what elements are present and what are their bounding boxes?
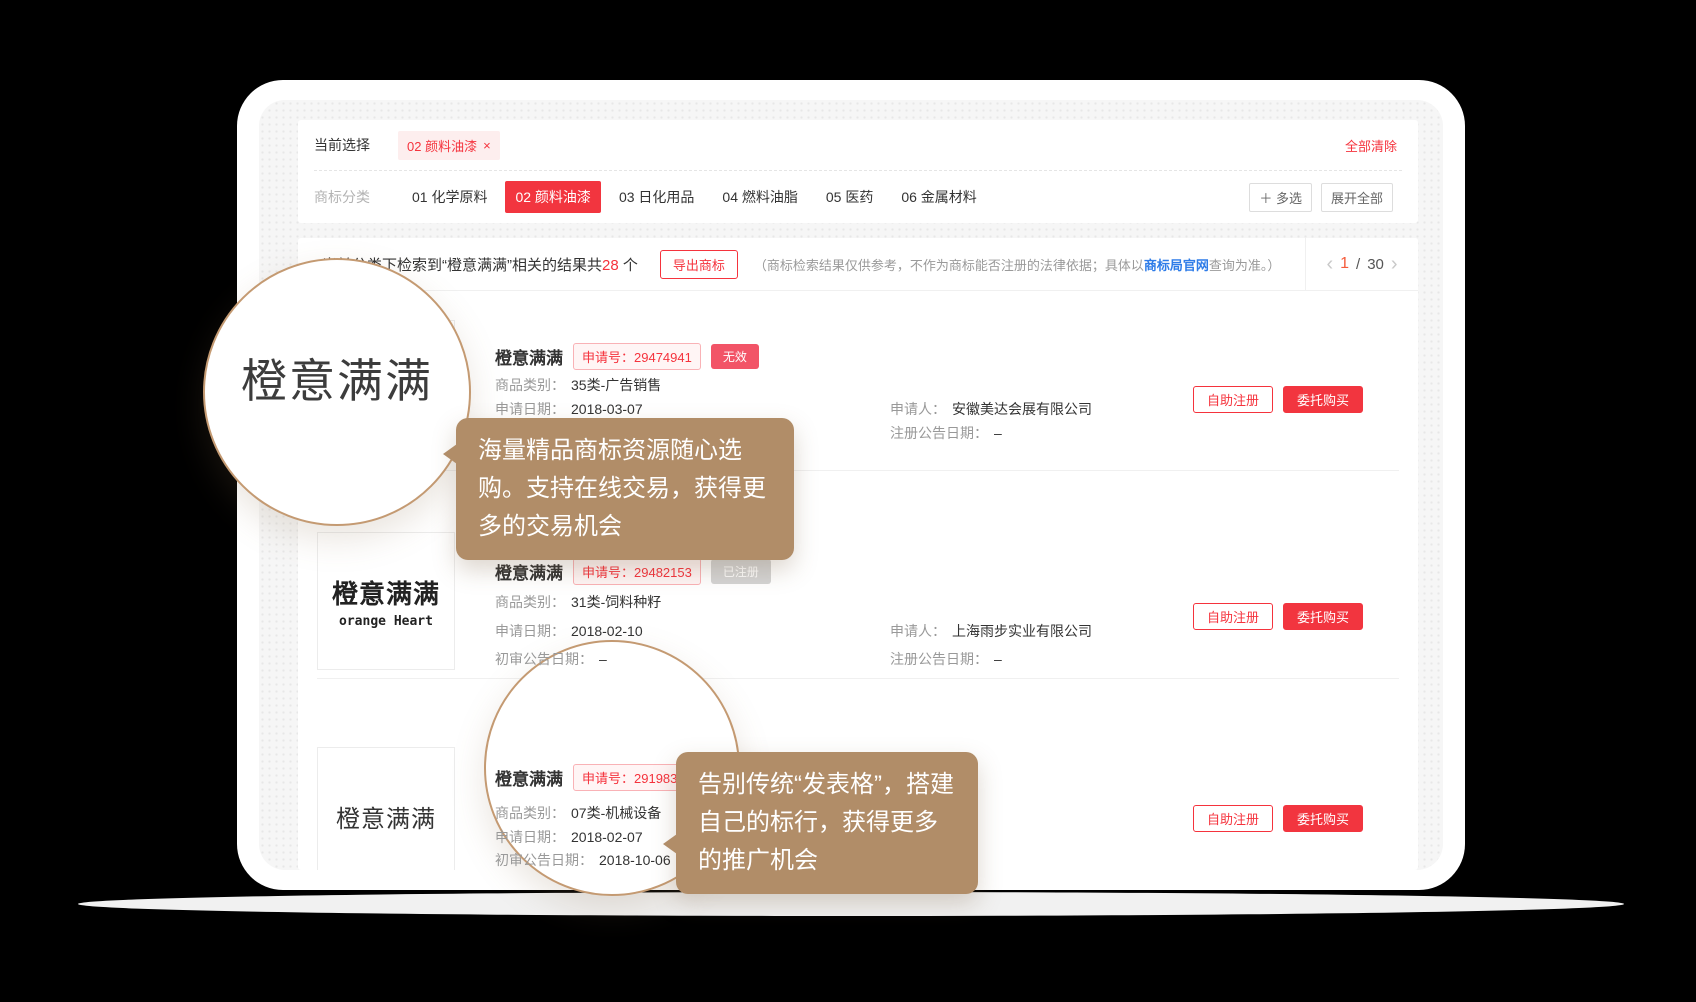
page-separator: / <box>1356 256 1360 273</box>
selected-category-tag[interactable]: 02 颜料油漆 × <box>398 131 500 160</box>
magnifier-circle-1: 橙意满满 <box>203 258 471 526</box>
field-label: 申请日期： <box>495 401 565 417</box>
disclaimer-text: （商标检索结果仅供参考，不作为商标能否注册的法律依据；具体以商标局官网查询为准。… <box>754 255 1281 274</box>
application-number-tag: 申请号：29482153 <box>573 558 701 585</box>
trademark-image: 橙意满满 <box>317 747 455 870</box>
category-item-02-active[interactable]: 02 颜料油漆 <box>505 181 600 213</box>
expand-all-button[interactable]: 展开全部 <box>1321 183 1393 212</box>
application-number-tag: 申请号：29474941 <box>573 343 701 370</box>
disclaimer-prefix: （商标检索结果仅供参考，不作为商标能否注册的法律依据；具体以 <box>754 258 1144 273</box>
entrust-buy-button[interactable]: 委托购买 <box>1283 386 1363 413</box>
row-title: 橙意满满 申请号：29474941 无效 <box>495 343 759 370</box>
category-item-05[interactable]: 05 医药 <box>816 181 883 213</box>
trademark-office-link[interactable]: 商标局官网 <box>1144 258 1209 273</box>
field-label: 注册公告日期： <box>890 651 988 667</box>
category-row: 商标分类 01 化学原料 02 颜料油漆 03 日化用品 04 燃料油脂 05 … <box>298 171 1418 223</box>
field-value: – <box>599 651 607 667</box>
field-value: – <box>994 425 1002 441</box>
detail-line: 初审公告日期： 2018-10-06 <box>495 850 671 870</box>
callout-bubble-promotion: 告别传统“发表格”，搭建自己的标行，获得更多的推广机会 <box>676 752 978 894</box>
current-selection-label: 当前选择 <box>314 135 370 155</box>
trademark-image-text: 橙意满满 <box>336 799 436 834</box>
trademark-image-subtext: orange Heart <box>339 614 433 629</box>
current-selection-row: 当前选择 02 颜料油漆 × 全部清除 <box>298 120 1418 170</box>
field-value: – <box>994 651 1002 667</box>
status-badge: 已注册 <box>711 559 771 584</box>
export-trademark-button[interactable]: 导出商标 <box>660 250 738 279</box>
entrust-buy-button[interactable]: 委托购买 <box>1283 603 1363 630</box>
callout-bubble-marketplace: 海量精品商标资源随心选购。支持在线交易，获得更多的交易机会 <box>456 418 794 560</box>
disclaimer-suffix: 查询为准。） <box>1209 258 1281 273</box>
row-title: 橙意满满 申请号：29482153 已注册 <box>495 558 771 585</box>
tag-close-icon[interactable]: × <box>483 139 491 152</box>
bubble-arrow-left-icon <box>443 444 457 464</box>
field-value: 2018-02-07 <box>571 829 643 845</box>
trademark-name: 橙意满满 <box>495 765 563 790</box>
field-label: 申请日期： <box>495 623 565 639</box>
entrust-buy-button[interactable]: 委托购买 <box>1283 805 1363 832</box>
laptop-base <box>78 892 1624 916</box>
detail-line: 商品类别： 07类-机械设备 <box>495 803 661 823</box>
field-value: 上海雨步实业有限公司 <box>952 623 1092 639</box>
current-page: 1 <box>1340 255 1349 273</box>
field-label: 初审公告日期： <box>495 651 593 667</box>
field-label: 初审公告日期： <box>495 852 593 868</box>
self-register-button[interactable]: 自助注册 <box>1193 603 1273 630</box>
field-value: 安徽美达会展有限公司 <box>952 401 1092 417</box>
detail-line: 商品类别： 35类-广告销售 <box>495 375 661 395</box>
detail-line: 申请日期： 2018-02-07 <box>495 827 643 847</box>
category-label: 商标分类 <box>314 187 370 207</box>
category-item-04[interactable]: 04 燃料油脂 <box>712 181 807 213</box>
category-list: 01 化学原料 02 颜料油漆 03 日化用品 04 燃料油脂 05 医药 06… <box>402 181 987 213</box>
row-divider <box>317 678 1399 679</box>
summary-count: 28 <box>602 257 619 274</box>
callout-text: 海量精品商标资源随心选购。支持在线交易，获得更多的交易机会 <box>478 437 766 540</box>
selected-category-tag-text: 02 颜料油漆 <box>407 136 477 155</box>
field-label: 商品类别： <box>495 805 565 821</box>
field-label: 申请人： <box>890 401 946 417</box>
detail-line: 初审公告日期：– 注册公告日期：– <box>495 649 607 669</box>
field-label: 商品类别： <box>495 594 565 610</box>
field-value: 2018-10-06 <box>599 852 671 868</box>
trademark-image-text: 橙意满满 <box>332 574 440 611</box>
filter-panel: 当前选择 02 颜料油漆 × 全部清除 商标分类 01 化学原料 02 颜料油漆… <box>298 120 1418 223</box>
pagination: ‹ 1 / 30 › <box>1305 238 1418 290</box>
field-value: 07类-机械设备 <box>571 805 661 821</box>
category-item-03[interactable]: 03 日化用品 <box>609 181 704 213</box>
detail-line: 商品类别： 31类-饲料种籽 <box>495 592 661 612</box>
row-title: 橙意满满 申请号：29198321 <box>495 764 701 791</box>
field-value: 35类-广告销售 <box>571 377 661 393</box>
self-register-button[interactable]: 自助注册 <box>1193 805 1273 832</box>
detail-line: 申请日期：2018-02-10 申请人：上海雨步实业有限公司 <box>495 621 643 641</box>
total-pages: 30 <box>1367 256 1384 273</box>
category-item-01[interactable]: 01 化学原料 <box>402 181 497 213</box>
field-value: 2018-03-07 <box>571 401 643 417</box>
category-item-06[interactable]: 06 金属材料 <box>891 181 986 213</box>
status-badge: 无效 <box>711 344 759 369</box>
clear-all-link[interactable]: 全部清除 <box>1345 136 1397 155</box>
summary-suffix: 个 <box>619 257 638 274</box>
detail-line: 申请日期：2018-03-07 申请人：安徽美达会展有限公司 <box>495 399 643 419</box>
results-header: 当前分类下检索到“橙意满满”相关的结果共28 个 导出商标 （商标检索结果仅供参… <box>298 238 1418 291</box>
callout-text: 告别传统“发表格”，搭建自己的标行，获得更多的推广机会 <box>698 771 954 874</box>
multi-select-button[interactable]: ＋ 多选 <box>1249 183 1312 212</box>
field-label: 申请人： <box>890 623 946 639</box>
field-label: 申请日期： <box>495 829 565 845</box>
self-register-button[interactable]: 自助注册 <box>1193 386 1273 413</box>
field-label: 商品类别： <box>495 377 565 393</box>
trademark-name: 橙意满满 <box>495 344 563 369</box>
bubble-arrow-left-icon <box>663 834 677 854</box>
field-value: 2018-02-10 <box>571 623 643 639</box>
field-label: 注册公告日期： <box>890 425 988 441</box>
magnified-trademark-text: 橙意满满 <box>241 345 433 411</box>
next-page-icon[interactable]: › <box>1391 254 1398 274</box>
prev-page-icon[interactable]: ‹ <box>1326 254 1333 274</box>
field-value: 31类-饲料种籽 <box>571 594 661 610</box>
trademark-image: 橙意满满 orange Heart <box>317 532 455 670</box>
trademark-name: 橙意满满 <box>495 559 563 584</box>
